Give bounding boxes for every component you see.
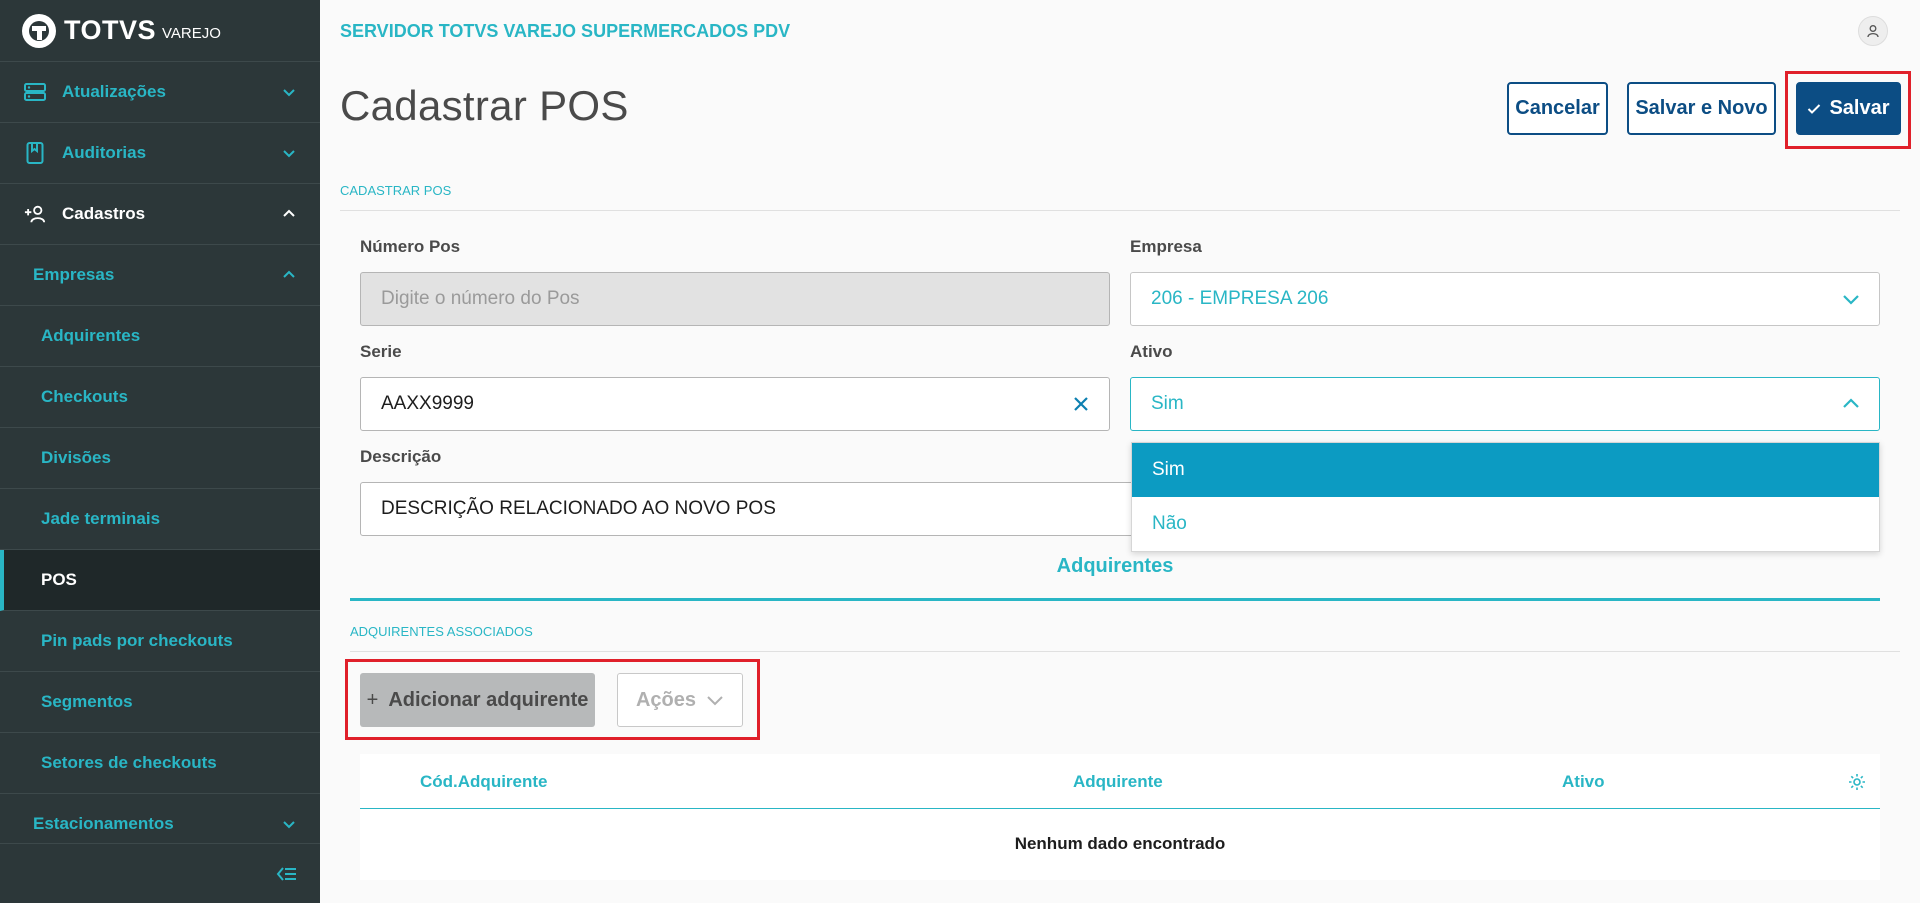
add-adquirente-label: Adicionar adquirente [388,688,589,711]
logo-subtext: VAREJO [162,25,221,42]
table-empty-message: Nenhum dado encontrado [1014,834,1226,853]
user-icon [1867,25,1879,38]
descricao-label: Descrição [360,447,442,466]
serie-value: AAXX9999 [381,393,474,414]
sidebar-item-auditorias[interactable]: Auditorias [0,123,320,184]
section-label-adquirentes: ADQUIRENTES ASSOCIADOS [350,624,533,639]
actions-label: Ações [635,688,697,711]
empresa-value: 206 - EMPRESA 206 [1151,288,1329,309]
sidebar-item-label: Empresas [33,265,115,284]
chevron-down-icon [283,150,295,158]
ativo-dropdown: Sim Não [1131,442,1880,552]
sidebar-item-label: Auditorias [62,143,147,162]
sidebar-item-setores-checkouts[interactable]: Setores de checkouts [0,733,320,794]
sidebar-item-adquirentes[interactable]: Adquirentes [0,306,320,367]
chevron-down-icon [1843,295,1859,305]
totvs-logo[interactable]: TOTVS VAREJO [0,0,320,62]
sidebar-item-label: Jade terminais [41,509,161,528]
table-header-line [360,808,1880,809]
chevron-up-icon [283,209,295,217]
section-label-cadastrar-pos: CADASTRAR POS [340,183,452,198]
sidebar-item-label: Atualizações [62,82,166,101]
server-icon [24,81,46,103]
sidebar-item-label: Pin pads por checkouts [41,631,233,650]
sidebar-item-checkouts[interactable]: Checkouts [0,367,320,428]
server-title: SERVIDOR TOTVS VAREJO SUPERMERCADOS PDV [340,21,791,41]
totvs-logo-icon [22,13,56,48]
ativo-option-sim[interactable]: Sim [1132,443,1879,497]
sidebar-item-label: POS [41,570,77,589]
column-header-cod-adquirente[interactable]: Cód.Adquirente [420,772,548,792]
column-header-adquirente[interactable]: Adquirente [1073,772,1163,792]
sidebar-item-label: Divisões [41,448,111,467]
chevron-up-icon [1843,398,1859,408]
ativo-select[interactable]: Sim [1130,377,1880,431]
sidebar-footer [0,843,320,903]
chevron-down-icon [283,821,295,829]
page-title: Cadastrar POS [340,82,629,129]
sidebar-item-label: Segmentos [41,692,133,711]
cancel-button[interactable]: Cancelar [1507,82,1608,135]
sidebar-item-cadastros[interactable]: Cadastros [0,184,320,245]
sidebar-item-pos[interactable]: POS [0,550,320,611]
descricao-value: DESCRIÇÃO RELACIONADO AO NOVO POS [381,498,776,519]
chevron-up-icon [283,270,295,278]
sidebar-item-divisoes[interactable]: Divisões [0,428,320,489]
sidebar-item-segmentos[interactable]: Segmentos [0,672,320,733]
ativo-option-nao[interactable]: Não [1132,497,1879,551]
sidebar-item-label: Estacionamentos [33,814,174,833]
chevron-down-icon [707,696,723,706]
save-button[interactable]: Salvar [1796,82,1901,135]
save-button-label: Salvar [1829,97,1890,119]
ativo-value: Sim [1151,393,1184,414]
empresa-select[interactable]: 206 - EMPRESA 206 [1130,272,1880,326]
plus-icon: + [366,688,379,711]
avatar[interactable] [1858,16,1888,46]
sidebar-item-atualizacoes[interactable]: Atualizações [0,62,320,123]
tab-underline [350,598,1880,601]
actions-dropdown-button[interactable]: Ações [617,673,743,727]
sidebar-item-empresas[interactable]: Empresas [0,245,320,306]
column-header-ativo[interactable]: Ativo [1562,772,1605,792]
serie-label: Serie [360,342,402,361]
add-user-icon [24,203,46,225]
chevron-down-icon [283,89,295,97]
serie-input[interactable]: AAXX9999 [360,377,1110,431]
add-adquirente-button[interactable]: + Adicionar adquirente [360,673,595,727]
numero-pos-placeholder: Digite o número do Pos [381,288,580,309]
section-divider [340,210,1900,211]
save-and-new-button[interactable]: Salvar e Novo [1627,82,1776,135]
ativo-label: Ativo [1130,342,1173,361]
check-icon [1808,103,1821,114]
sidebar-item-jade-terminais[interactable]: Jade terminais [0,489,320,550]
adquirentes-divider [350,651,1900,652]
sidebar-item-label: Checkouts [41,387,128,406]
top-bar: SERVIDOR TOTVS VAREJO SUPERMERCADOS PDV [320,0,1920,62]
book-icon [24,142,46,164]
clear-icon[interactable] [1071,394,1091,414]
sidebar: TOTVS VAREJO Atualizações Auditorias Cad… [0,0,320,903]
logo-text: TOTVS [64,15,157,45]
sidebar-item-label: Adquirentes [41,326,141,345]
numero-pos-label: Número Pos [360,237,461,256]
numero-pos-input[interactable]: Digite o número do Pos [360,272,1110,326]
collapse-menu-icon[interactable] [274,862,298,886]
sidebar-item-label: Cadastros [62,204,146,223]
adquirentes-table: Cód.Adquirente Adquirente Ativo Nenhum d… [360,754,1880,880]
table-settings-icon[interactable] [1848,773,1866,791]
sidebar-item-pin-pads[interactable]: Pin pads por checkouts [0,611,320,672]
empresa-label: Empresa [1130,237,1202,256]
sidebar-item-label: Setores de checkouts [41,753,217,772]
tab-adquirentes[interactable]: Adquirentes [350,555,1880,601]
